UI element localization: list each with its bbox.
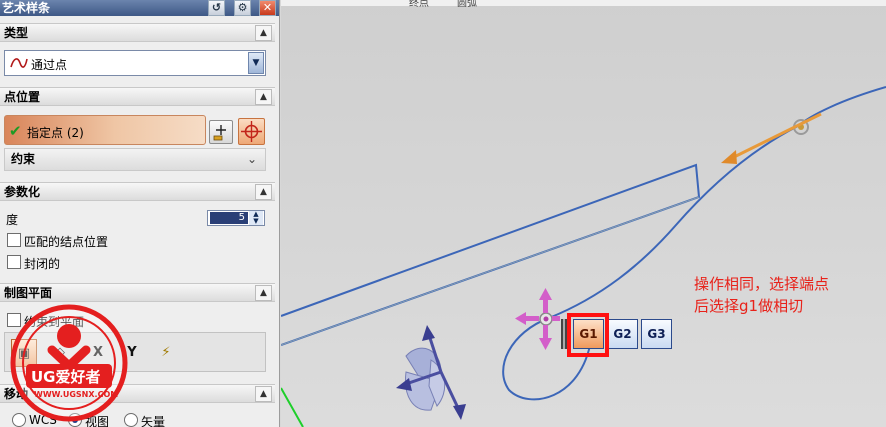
g3-button[interactable]: G3 — [641, 319, 672, 349]
match-knot-label: 匹配的结点位置 — [24, 235, 109, 249]
section-header-drawing-plane[interactable]: 制图平面 ▲ — [0, 283, 275, 302]
point-inference-button[interactable] — [238, 118, 265, 145]
specify-point-label: 指定点 (2) — [27, 126, 84, 140]
section-title-type: 类型 — [4, 26, 29, 40]
type-value: 通过点 — [31, 58, 68, 72]
closed-label: 封闭的 — [24, 257, 61, 271]
degree-label: 度 — [6, 213, 19, 227]
art-spline-dialog: 艺术样条 ↺ ⚙ ✕ 类型 ▲ 通过点 ▼ 点位置 ▲ ✔ 指定点 (2) 约束… — [0, 0, 280, 427]
chevron-down-icon[interactable]: ▼ — [248, 52, 264, 74]
degree-spinner[interactable]: 5 ▲ ▼ — [207, 210, 265, 226]
collapse-icon[interactable]: ▲ — [255, 285, 272, 301]
section-header-point-position[interactable]: 点位置 ▲ — [0, 87, 275, 106]
section-title-parameterization: 参数化 — [4, 185, 41, 199]
type-dropdown[interactable]: 通过点 ▼ — [4, 50, 266, 76]
graphics-viewport[interactable]: 终点 圆弧 G1 G2 G3 操作相同，选择端点 后选择g1做相切 — [281, 0, 886, 427]
collapse-icon[interactable]: ▲ — [255, 25, 272, 41]
g1-highlight-box — [567, 313, 609, 357]
constraint-subsection[interactable]: 约束 ⌄ — [4, 148, 266, 171]
check-icon: ✔ — [9, 122, 22, 140]
gear-icon[interactable]: ⚙ — [234, 0, 251, 16]
specify-point-row[interactable]: ✔ 指定点 (2) — [4, 115, 206, 145]
section-header-type[interactable]: 类型 ▲ — [0, 23, 275, 42]
match-knot-checkbox[interactable] — [7, 233, 21, 247]
spinner-arrows-icon[interactable]: ▲ ▼ — [249, 211, 263, 225]
reset-icon[interactable]: ↺ — [208, 0, 225, 16]
collapse-icon[interactable]: ▲ — [255, 386, 272, 402]
annotation-line-1: 操作相同，选择端点 — [694, 275, 830, 293]
section-title-point-position: 点位置 — [4, 90, 41, 104]
section-header-parameterization[interactable]: 参数化 ▲ — [0, 182, 275, 201]
closed-checkbox[interactable] — [7, 255, 21, 269]
spline-icon — [10, 58, 28, 68]
start-point-dot — [543, 316, 549, 322]
degree-value[interactable]: 5 — [210, 212, 248, 224]
dialog-titlebar: 艺术样条 ↺ ⚙ ✕ — [0, 0, 279, 16]
move-vector-label: 矢量 — [141, 415, 166, 427]
plane-dialog-icon[interactable]: ⚡ — [153, 339, 179, 367]
close-icon[interactable]: ✕ — [259, 0, 276, 16]
dialog-title: 艺术样条 — [2, 1, 51, 15]
collapse-icon[interactable]: ▲ — [255, 184, 272, 200]
watermark-text: UG爱好者 — [31, 368, 101, 386]
tangent-vector-line — [727, 112, 822, 162]
point-dialog-button[interactable] — [209, 120, 233, 144]
watermark-url: WWW.UGSNX.COM — [34, 390, 119, 399]
drag-move-icon[interactable] — [515, 288, 560, 350]
section-title-drawing-plane: 制图平面 — [4, 286, 53, 300]
constraint-label: 约束 — [11, 152, 36, 166]
point-constructor-icon — [213, 125, 226, 141]
ugsnx-watermark-logo: UG爱好者 WWW.UGSNX.COM — [8, 302, 130, 424]
rotate-triad-icon[interactable] — [396, 325, 466, 420]
annotation-line-2: 后选择g1做相切 — [694, 297, 804, 315]
green-axis-line — [281, 387, 304, 427]
tangent-arrow-icon[interactable] — [721, 150, 737, 164]
model-geometry[interactable] — [281, 0, 886, 427]
collapse-icon[interactable]: ▲ — [255, 89, 272, 105]
g2-button[interactable]: G2 — [607, 319, 638, 349]
chevron-down-icon[interactable]: ⌄ — [247, 149, 257, 170]
crosshair-icon — [241, 121, 262, 142]
